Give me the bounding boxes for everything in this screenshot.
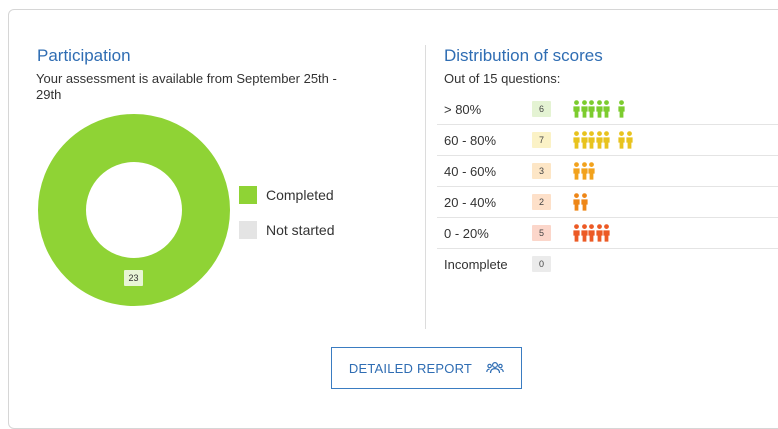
score-range-label: 40 - 60% bbox=[444, 163, 497, 179]
score-row: > 80% 6 bbox=[437, 94, 778, 125]
score-range-label: > 80% bbox=[444, 101, 482, 117]
legend-swatch-completed bbox=[239, 186, 257, 204]
person-icon bbox=[588, 162, 595, 180]
participation-legend: Completed Not started bbox=[239, 186, 334, 256]
people-icons bbox=[573, 129, 633, 151]
person-icon bbox=[603, 224, 610, 242]
people-icons bbox=[573, 160, 596, 182]
score-distribution-table: > 80% 6 60 - 80% 7 40 - 60% 3 20 - 40% 2… bbox=[437, 94, 778, 279]
participation-title: Participation bbox=[37, 46, 131, 65]
person-icon bbox=[595, 131, 603, 149]
person-icon bbox=[580, 131, 588, 149]
legend-label-completed: Completed bbox=[266, 187, 334, 203]
participation-subtitle: Your assessment is available from Septem… bbox=[36, 71, 416, 103]
person-icon bbox=[588, 131, 595, 149]
score-count-badge: 6 bbox=[532, 101, 551, 117]
person-icon bbox=[580, 100, 588, 118]
score-count-badge: 5 bbox=[532, 225, 551, 241]
score-row: 0 - 20% 5 bbox=[437, 218, 778, 249]
score-range-label: 60 - 80% bbox=[444, 132, 497, 148]
person-icon bbox=[573, 162, 580, 180]
score-row: 40 - 60% 3 bbox=[437, 156, 778, 187]
completed-count-label: 23 bbox=[124, 270, 143, 286]
score-count-badge: 3 bbox=[532, 163, 551, 179]
legend-label-not-started: Not started bbox=[266, 222, 335, 238]
person-icon bbox=[618, 100, 625, 118]
group-icon bbox=[486, 361, 504, 375]
score-count-badge: 7 bbox=[532, 132, 551, 148]
score-count-badge: 2 bbox=[532, 194, 551, 210]
person-icon bbox=[580, 193, 588, 211]
people-icons bbox=[573, 98, 626, 120]
people-icons bbox=[573, 222, 618, 244]
person-icon bbox=[573, 100, 580, 118]
person-icon bbox=[573, 131, 580, 149]
person-icon bbox=[625, 131, 633, 149]
detailed-report-label: DETAILED REPORT bbox=[348, 360, 473, 376]
person-icon bbox=[595, 100, 603, 118]
person-icon bbox=[595, 224, 603, 242]
people-icons bbox=[573, 191, 588, 213]
participation-subtitle-line1: Your assessment is available from Septem… bbox=[36, 71, 337, 86]
legend-item-completed: Completed bbox=[239, 186, 334, 204]
legend-item-not-started: Not started bbox=[239, 221, 334, 239]
person-icon bbox=[588, 100, 595, 118]
section-divider bbox=[425, 45, 426, 329]
score-range-label: 20 - 40% bbox=[444, 194, 497, 210]
person-icon bbox=[573, 193, 580, 211]
score-range-label: 0 - 20% bbox=[444, 225, 489, 241]
person-icon bbox=[580, 224, 588, 242]
person-icon bbox=[603, 100, 610, 118]
score-range-label: Incomplete bbox=[444, 256, 508, 272]
person-icon bbox=[588, 224, 595, 242]
person-icon bbox=[580, 162, 588, 180]
distribution-subtitle: Out of 15 questions: bbox=[444, 71, 561, 86]
score-row: Incomplete 0 bbox=[437, 249, 778, 279]
score-count-badge: 0 bbox=[532, 256, 551, 272]
score-row: 20 - 40% 2 bbox=[437, 187, 778, 218]
participation-subtitle-line2: 29th bbox=[36, 87, 62, 102]
distribution-title: Distribution of scores bbox=[444, 46, 603, 65]
score-row: 60 - 80% 7 bbox=[437, 125, 778, 156]
person-icon bbox=[603, 131, 610, 149]
person-icon bbox=[573, 224, 580, 242]
person-icon bbox=[618, 131, 625, 149]
detailed-report-button[interactable]: DETAILED REPORT bbox=[331, 347, 522, 389]
legend-swatch-not-started bbox=[239, 221, 257, 239]
donut-completed-ring bbox=[38, 114, 230, 306]
